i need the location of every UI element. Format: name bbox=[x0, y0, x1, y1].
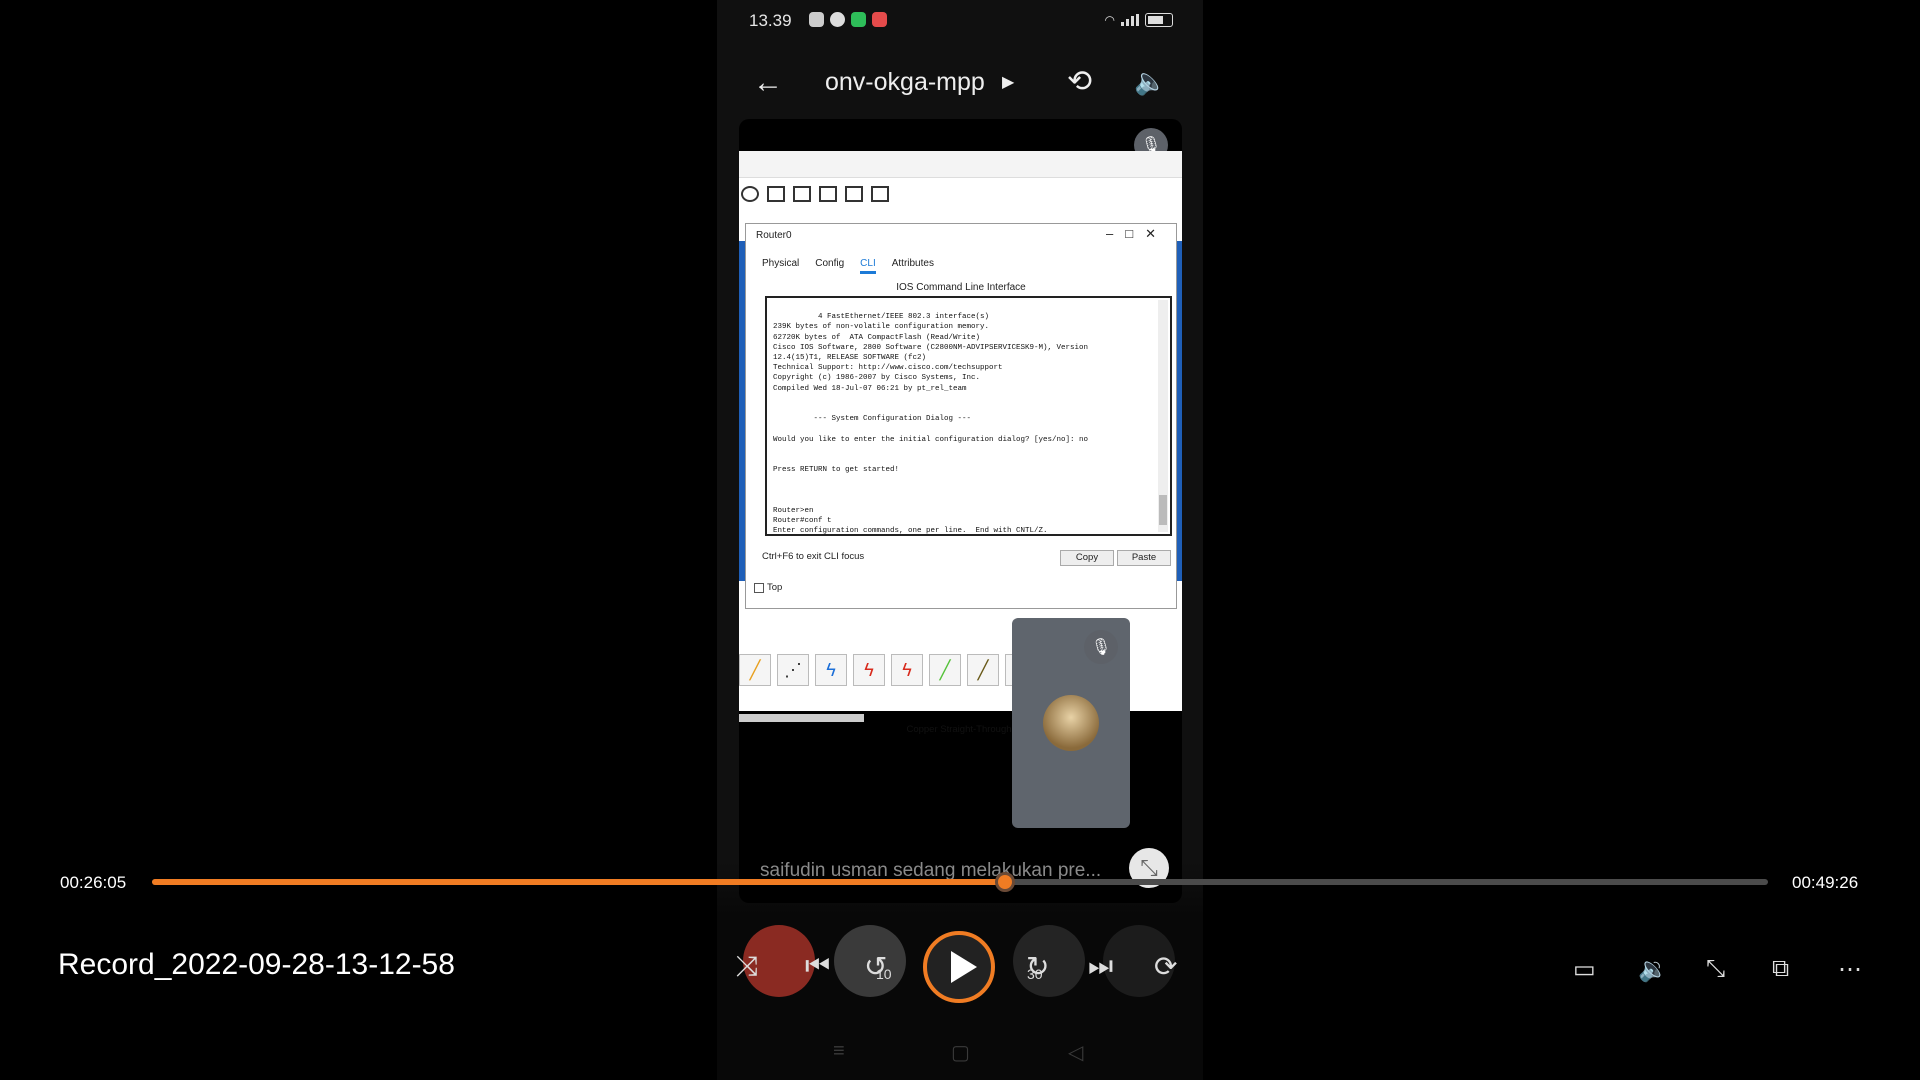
rewind-seconds: 10 bbox=[876, 966, 892, 982]
minimize-icon[interactable]: ⤡ bbox=[1706, 955, 1725, 983]
cli-output: 4 FastEthernet/IEEE 802.3 interface(s) 2… bbox=[773, 313, 1089, 536]
dialog-title: Router0 bbox=[756, 230, 792, 241]
cable-phone-icon[interactable]: ╱ bbox=[967, 654, 999, 686]
top-checkbox[interactable]: Top bbox=[754, 582, 782, 593]
screen-share-view: 🎙 Router0 –□✕ Physical Config CLI Attrib… bbox=[739, 119, 1182, 903]
checkbox-icon[interactable] bbox=[754, 582, 764, 593]
current-time: 00:26:05 bbox=[60, 873, 127, 892]
back-arrow-icon[interactable]: ← bbox=[753, 66, 783, 100]
whatsapp-icon bbox=[830, 12, 845, 27]
phone-status-bar: 13.39 ◠ bbox=[717, 0, 1203, 42]
participant-mic-off-icon: 🎙 bbox=[1084, 630, 1118, 664]
next-icon[interactable]: ⏭ bbox=[1088, 950, 1113, 983]
recorder-icon bbox=[872, 12, 887, 27]
dialog-tabs: Physical Config CLI Attributes bbox=[762, 258, 934, 274]
audio-track-icon[interactable]: 🔉 bbox=[1638, 955, 1668, 984]
palette-icon bbox=[793, 186, 811, 202]
meeting-title[interactable]: onv-okga-mpp bbox=[825, 68, 985, 97]
meeting-top-bar: ← onv-okga-mpp ▶ ⟲ 🔈 bbox=[717, 48, 1203, 114]
play-icon bbox=[951, 951, 977, 983]
top-label: Top bbox=[767, 582, 783, 593]
previous-icon[interactable]: ⏮ bbox=[805, 950, 830, 983]
cable-serial-dte-icon[interactable]: ϟ bbox=[891, 654, 923, 686]
cable-serial-dce-icon[interactable]: ϟ bbox=[853, 654, 885, 686]
play-button[interactable] bbox=[923, 931, 995, 1003]
cli-hint: Ctrl+F6 to exit CLI focus bbox=[762, 551, 865, 562]
cable-auto-icon[interactable]: ⋰ bbox=[777, 654, 809, 686]
repeat-off-icon[interactable]: ⟳ bbox=[1154, 950, 1177, 983]
paste-button[interactable]: Paste bbox=[1117, 550, 1171, 566]
cable-palette: ╱ ⋰ ϟ ϟ ϟ ╱ ╱ ╱ bbox=[739, 654, 1037, 686]
picture-in-picture-icon[interactable]: ⧉ bbox=[1772, 955, 1789, 983]
cli-heading: IOS Command Line Interface bbox=[896, 282, 1026, 293]
zoom-out-icon bbox=[741, 186, 759, 202]
duration: 00:49:26 bbox=[1792, 873, 1859, 892]
pt-tool-icons bbox=[741, 186, 889, 202]
seek-progress bbox=[152, 879, 1006, 885]
more-icon[interactable]: ⋯ bbox=[1838, 955, 1862, 984]
palette-scrollbar[interactable] bbox=[739, 714, 864, 722]
copy-button[interactable]: Copy bbox=[1060, 550, 1114, 566]
recording-title: Record_2022-09-28-13-12-58 bbox=[58, 948, 455, 981]
participant-tile[interactable]: 🎙 bbox=[1012, 618, 1130, 828]
cable-console-icon[interactable]: ╱ bbox=[739, 654, 771, 686]
cable-fiber-icon[interactable]: ╱ bbox=[929, 654, 961, 686]
shuffle-icon[interactable]: ⤨ bbox=[736, 950, 758, 983]
speaker-icon[interactable]: 🔈 bbox=[1134, 66, 1166, 97]
wifi-icon: ◠ bbox=[1104, 13, 1115, 27]
window-controls[interactable]: –□✕ bbox=[1106, 226, 1168, 242]
home-nav-icon: ▢ bbox=[951, 1042, 970, 1064]
image-icon bbox=[871, 186, 889, 202]
cable-serial-icon[interactable]: ϟ bbox=[815, 654, 847, 686]
app-notification-icon bbox=[851, 12, 866, 27]
subtitles-icon[interactable]: ▭ bbox=[1573, 955, 1596, 984]
device-icon bbox=[845, 186, 863, 202]
caret-right-icon[interactable]: ▶ bbox=[1002, 72, 1014, 92]
pdu-icon bbox=[819, 186, 837, 202]
switch-camera-icon[interactable]: ⟲ bbox=[1067, 64, 1092, 99]
back-nav-icon: ◁ bbox=[1068, 1042, 1084, 1064]
forward-seconds: 30 bbox=[1027, 966, 1043, 982]
signal-icon bbox=[1121, 14, 1139, 26]
tab-cli[interactable]: CLI bbox=[860, 258, 876, 274]
cli-terminal[interactable]: 4 FastEthernet/IEEE 802.3 interface(s) 2… bbox=[765, 296, 1172, 536]
tab-physical[interactable]: Physical bbox=[762, 258, 799, 274]
battery-icon bbox=[1145, 13, 1173, 27]
menu-nav-icon: ≡ bbox=[833, 1040, 845, 1062]
router-dialog: Router0 –□✕ Physical Config CLI Attribut… bbox=[745, 223, 1177, 609]
system-icons: ◠ bbox=[1105, 13, 1173, 27]
pt-toolbar bbox=[739, 151, 1182, 178]
window-icon bbox=[767, 186, 785, 202]
avatar bbox=[1043, 695, 1099, 751]
tab-config[interactable]: Config bbox=[815, 258, 844, 274]
camera-notification-icon bbox=[809, 12, 824, 27]
status-time: 13.39 bbox=[749, 11, 792, 30]
terminal-scrollbar[interactable] bbox=[1158, 300, 1168, 532]
notification-icons bbox=[809, 12, 887, 27]
seek-bar[interactable] bbox=[152, 872, 1768, 892]
tab-attributes[interactable]: Attributes bbox=[892, 258, 934, 274]
